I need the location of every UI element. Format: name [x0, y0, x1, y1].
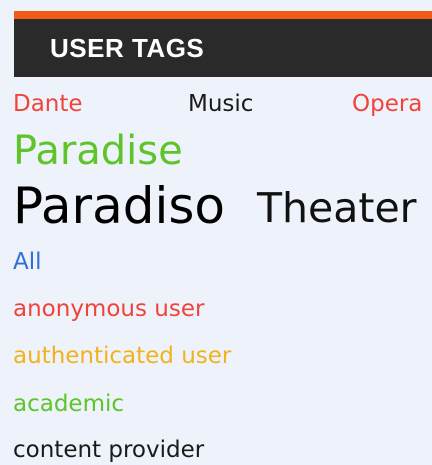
block-header: USER TAGS — [14, 19, 432, 77]
tag-music[interactable]: Music — [188, 93, 253, 116]
role-filter-academic[interactable]: academic — [13, 393, 124, 416]
block-title: USER TAGS — [50, 33, 205, 63]
role-filter-anonymous-user[interactable]: anonymous user — [13, 298, 204, 321]
accent-bar — [14, 11, 432, 19]
tag-dante[interactable]: Dante — [13, 93, 83, 116]
tag-paradise[interactable]: Paradise — [13, 131, 183, 171]
role-filter-authenticated-user[interactable]: authenticated user — [13, 345, 231, 368]
tag-opera[interactable]: Opera — [352, 93, 422, 116]
tag-paradiso[interactable]: Paradiso — [13, 181, 225, 231]
role-filter-content-provider[interactable]: content provider — [13, 439, 204, 462]
role-filter-all[interactable]: All — [13, 251, 42, 274]
tag-theater[interactable]: Theater — [257, 188, 417, 229]
